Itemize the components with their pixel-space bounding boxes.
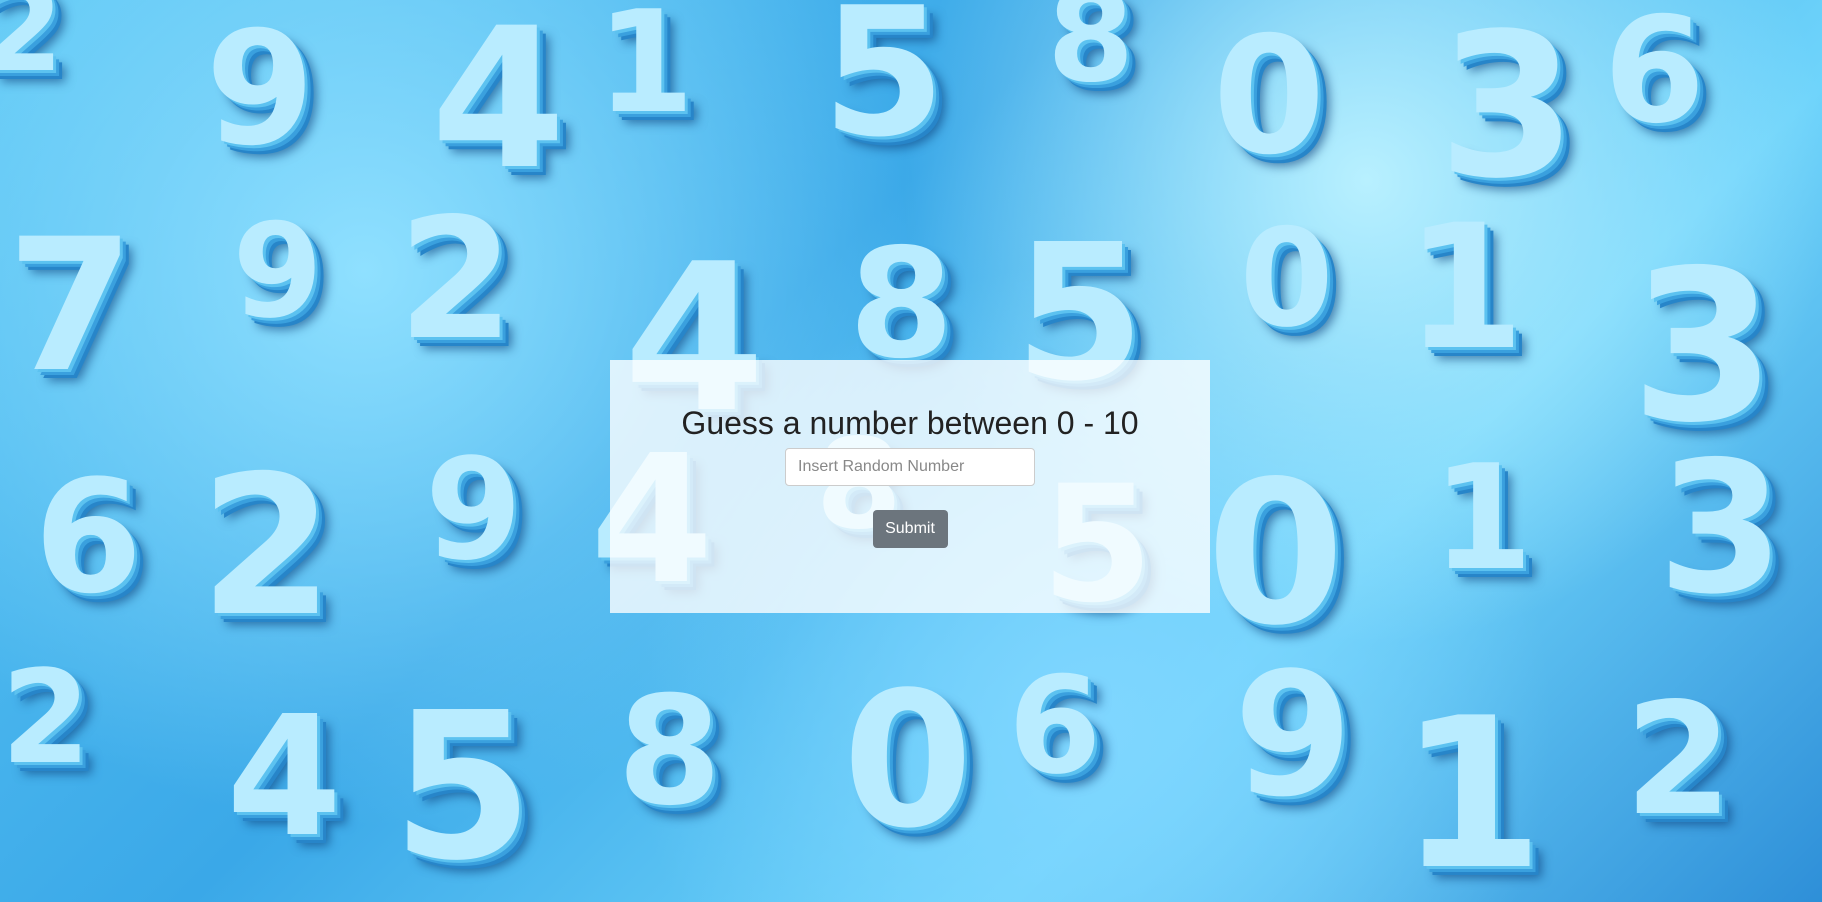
background-digit: 2: [397, 182, 515, 377]
background-digit: 2: [0, 0, 64, 99]
background-digit: 9: [232, 194, 323, 347]
background-digit: 0: [1239, 199, 1334, 357]
background-digit: 6: [1008, 647, 1102, 804]
page-title: Guess a number between 0 - 10: [681, 405, 1139, 441]
background-digit: 9: [205, 0, 315, 181]
background-digit: 4: [430, 0, 566, 212]
background-digit: 8: [617, 664, 722, 839]
background-digit: 2: [1624, 668, 1733, 850]
background-digit: 1: [1399, 673, 1544, 902]
background-digit: 8: [1047, 0, 1135, 110]
background-digit: 0: [1206, 438, 1345, 669]
background-digit: 6: [34, 446, 143, 628]
background-digit: 5: [821, 0, 946, 176]
background-digit: 3: [1438, 0, 1577, 222]
guess-number-input[interactable]: [785, 448, 1035, 486]
background-digit: 5: [391, 668, 534, 902]
background-digit: 2: [199, 434, 334, 659]
background-digit: 0: [1212, 3, 1326, 191]
background-digit: 3: [1630, 225, 1776, 469]
background-digit: 9: [424, 429, 523, 592]
background-digit: 4: [226, 680, 342, 874]
background-digit: 6: [1603, 0, 1706, 156]
guess-panel: Guess a number between 0 - 10 Submit: [610, 360, 1210, 613]
background-digit: 1: [1405, 186, 1525, 388]
background-digit: 3: [1657, 422, 1785, 634]
background-digit: 7: [7, 199, 135, 413]
background-digit: 1: [596, 0, 695, 145]
submit-button[interactable]: Submit: [872, 510, 948, 548]
background-digit: 9: [1233, 635, 1353, 835]
background-digit: 0: [842, 651, 973, 870]
background-digit: 1: [1432, 434, 1534, 603]
background-digit: 2: [1, 642, 91, 793]
background-digit: 8: [848, 215, 954, 392]
